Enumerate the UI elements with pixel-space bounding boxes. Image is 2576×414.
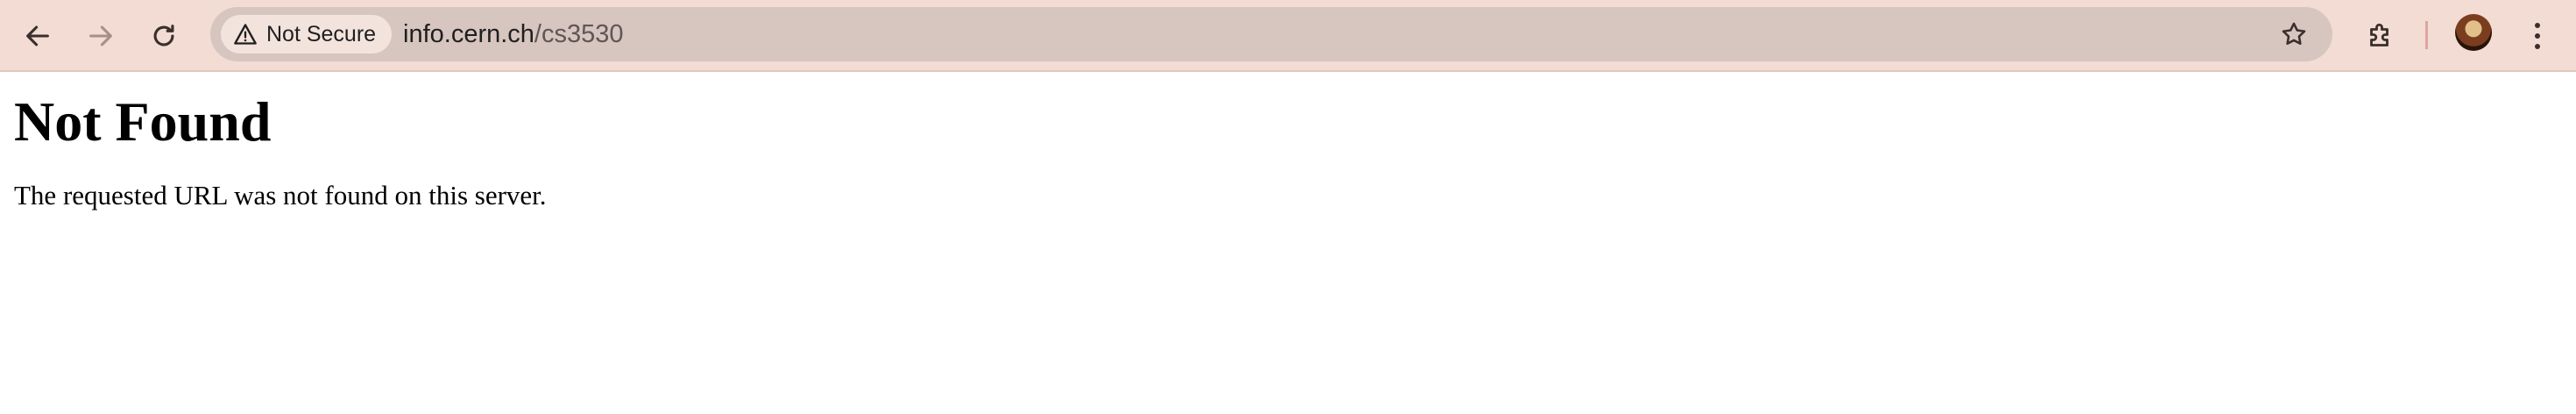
page-heading: Not Found — [14, 90, 272, 153]
browser-toolbar: Not Secure info.cern.ch/cs3530 — [0, 0, 2576, 72]
star-icon — [2282, 22, 2306, 46]
security-indicator[interactable]: Not Secure — [221, 15, 393, 54]
url-host: info.cern.ch — [403, 19, 534, 48]
toolbar-divider — [2425, 21, 2428, 49]
arrow-right-icon — [89, 25, 112, 46]
arrow-left-icon — [26, 25, 49, 46]
reload-button[interactable] — [139, 11, 188, 61]
bookmark-button[interactable] — [2276, 17, 2311, 52]
reload-icon — [153, 25, 174, 46]
forward-button[interactable] — [76, 11, 125, 61]
warning-triangle-icon — [234, 24, 257, 45]
address-bar[interactable]: Not Secure info.cern.ch/cs3530 — [210, 7, 2332, 61]
page-content: Not Found The requested URL was not foun… — [14, 74, 547, 211]
browser-menu-button[interactable] — [2522, 16, 2553, 56]
error-message: The requested URL was not found on this … — [14, 179, 547, 211]
url-path: /cs3530 — [534, 19, 624, 48]
profile-avatar[interactable] — [2455, 14, 2492, 51]
back-button[interactable] — [13, 11, 62, 61]
kebab-menu-icon — [2535, 23, 2540, 49]
puzzle-icon — [2370, 23, 2388, 46]
url-text[interactable]: info.cern.ch/cs3530 — [403, 7, 624, 61]
security-label: Not Secure — [266, 21, 377, 46]
extensions-button[interactable] — [2359, 14, 2403, 58]
